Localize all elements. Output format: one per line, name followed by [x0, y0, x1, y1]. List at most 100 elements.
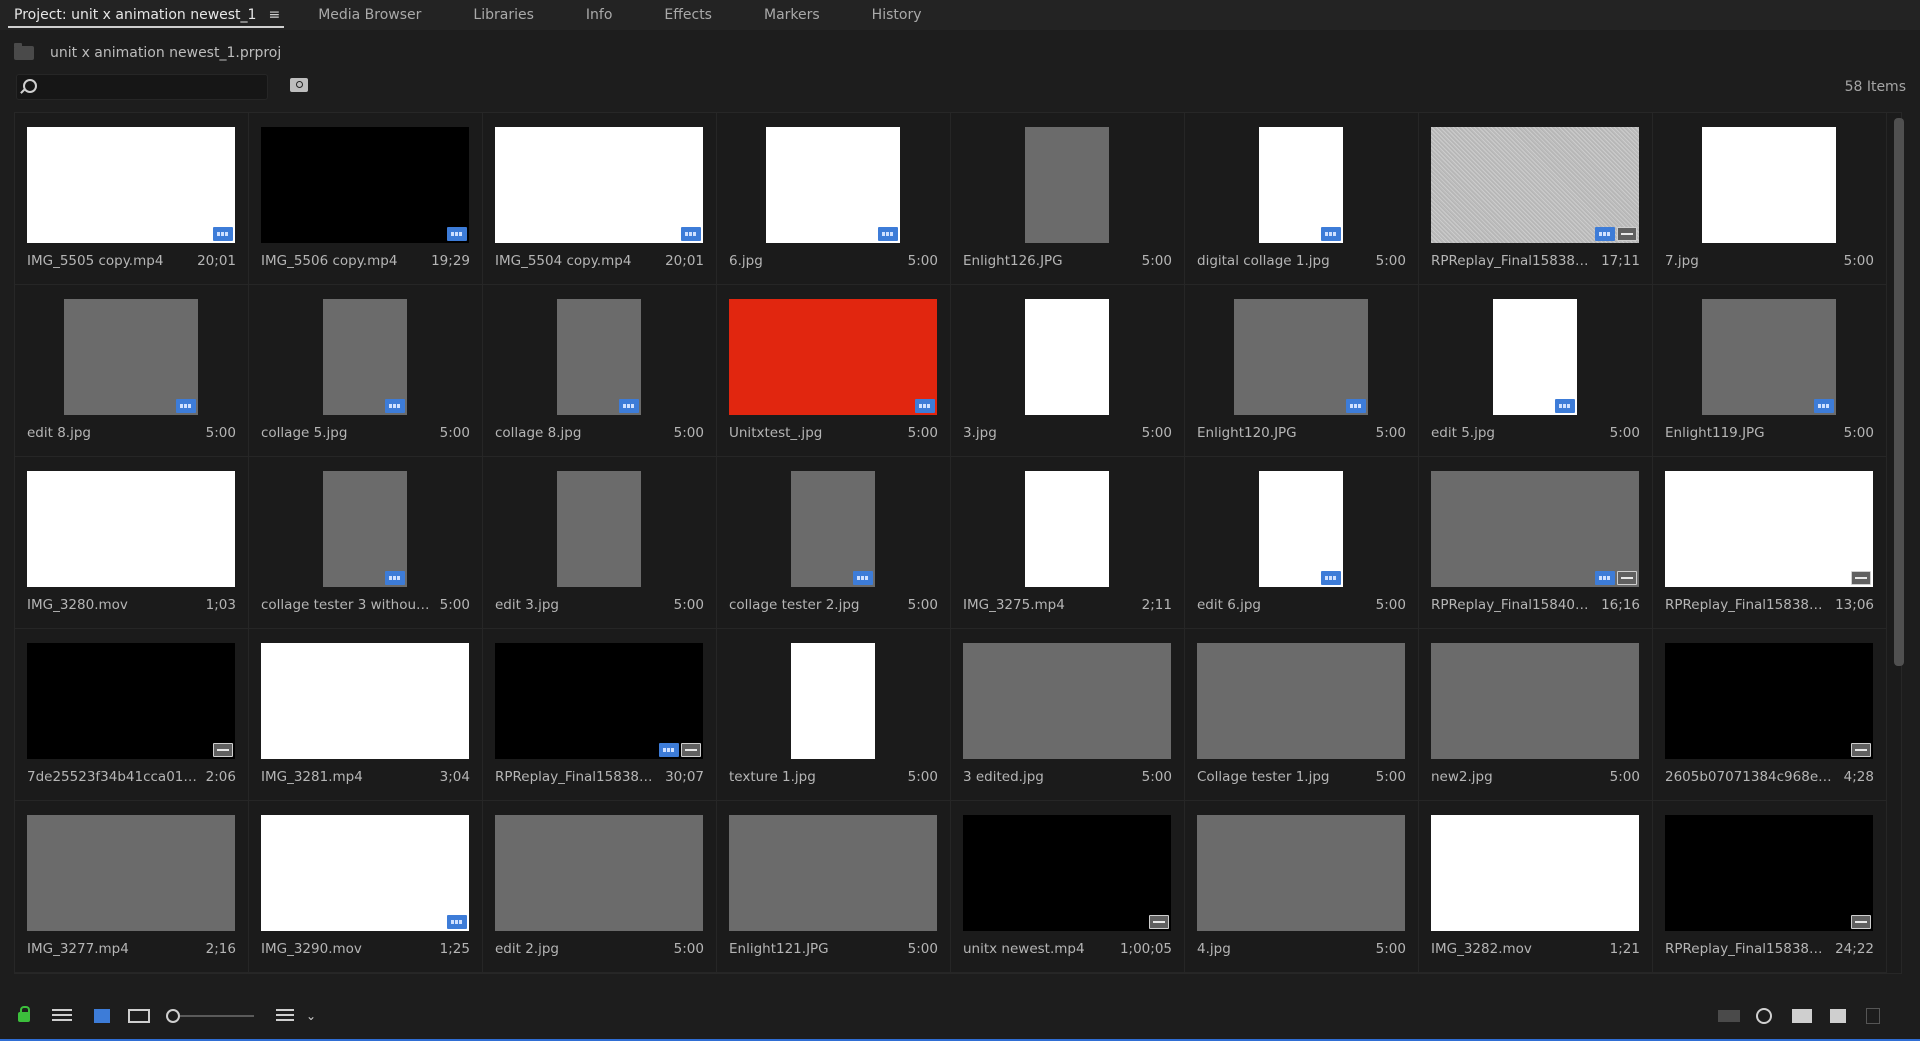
video-track-icon: [385, 571, 405, 585]
item-caption: IMG_3290.mov 1;25: [261, 941, 470, 957]
thumbnail-frame: [1431, 815, 1639, 931]
media-item[interactable]: IMG_3281.mp4 3;04: [249, 629, 483, 801]
tab-3[interactable]: Info: [560, 0, 639, 30]
new-search-bin-icon[interactable]: [290, 78, 308, 92]
new-bin-icon[interactable]: [1792, 1009, 1812, 1023]
media-item[interactable]: Enlight126.JPG 5:00: [951, 113, 1185, 285]
media-item[interactable]: 4.jpg 5:00: [1185, 801, 1419, 973]
track-badges: [681, 227, 701, 241]
video-track-icon: [1321, 571, 1341, 585]
item-duration: 5:00: [907, 425, 938, 441]
media-item[interactable]: Enlight121.JPG 5:00: [717, 801, 951, 973]
item-caption: collage 5.jpg 5:00: [261, 425, 470, 441]
thumbnail-image: [1431, 471, 1639, 587]
item-name: new2.jpg: [1431, 769, 1493, 785]
media-item[interactable]: edit 6.jpg 5:00: [1185, 457, 1419, 629]
media-item[interactable]: unitx newest.mp4 1;00;05: [951, 801, 1185, 973]
search-box[interactable]: [16, 74, 268, 101]
sort-icon[interactable]: [276, 1009, 294, 1023]
media-item[interactable]: collage tester 2.jpg 5:00: [717, 457, 951, 629]
thumbnail-frame: [495, 471, 703, 587]
media-item[interactable]: RPReplay_Final1583801… 13;06: [1653, 457, 1887, 629]
media-item[interactable]: Collage tester 1.jpg 5:00: [1185, 629, 1419, 801]
thumbnail-frame: [495, 127, 703, 243]
media-item[interactable]: 7de25523f34b41cca011d… 2:06: [15, 629, 249, 801]
item-name: RPReplay_Final1583801…: [495, 769, 660, 785]
media-item[interactable]: 2605b07071384c968ee0b… 4;28: [1653, 629, 1887, 801]
media-item[interactable]: IMG_3275.mp4 2;11: [951, 457, 1185, 629]
media-item[interactable]: collage tester 3 without m… 5:00: [249, 457, 483, 629]
icon-view-icon[interactable]: [94, 1009, 110, 1023]
media-item[interactable]: texture 1.jpg 5:00: [717, 629, 951, 801]
media-item[interactable]: collage 5.jpg 5:00: [249, 285, 483, 457]
media-item[interactable]: Unitxtest_.jpg 5:00: [717, 285, 951, 457]
trash-icon[interactable]: [1866, 1008, 1880, 1024]
thumbnail-image: [1431, 815, 1639, 931]
item-name: collage 5.jpg: [261, 425, 348, 441]
panel-tabs: Project: unit x animation newest_1 ≡ Media…: [0, 0, 1920, 30]
thumbnail-image: [729, 299, 937, 415]
thumbnail-frame: [261, 127, 469, 243]
tab-5[interactable]: Markers: [738, 0, 846, 30]
media-item[interactable]: IMG_3277.mp4 2;16: [15, 801, 249, 973]
item-caption: edit 5.jpg 5:00: [1431, 425, 1640, 441]
media-item[interactable]: IMG_5504 copy.mp4 20;01: [483, 113, 717, 285]
new-item-icon[interactable]: [1830, 1009, 1846, 1023]
media-item[interactable]: collage 8.jpg 5:00: [483, 285, 717, 457]
item-duration: 30;07: [665, 769, 704, 785]
media-item[interactable]: IMG_5505 copy.mp4 20;01: [15, 113, 249, 285]
media-item[interactable]: digital collage 1.jpg 5:00: [1185, 113, 1419, 285]
media-item[interactable]: Enlight120.JPG 5:00: [1185, 285, 1419, 457]
media-item[interactable]: IMG_5506 copy.mp4 19;29: [249, 113, 483, 285]
media-item[interactable]: 7.jpg 5:00: [1653, 113, 1887, 285]
media-item[interactable]: RPReplay_Final1583801… 17;11: [1419, 113, 1653, 285]
track-badges: [853, 571, 873, 585]
item-caption: 7de25523f34b41cca011d… 2:06: [27, 769, 236, 785]
item-duration: 5:00: [439, 597, 470, 613]
media-item[interactable]: edit 3.jpg 5:00: [483, 457, 717, 629]
search-input[interactable]: [43, 75, 265, 101]
item-duration: 5:00: [1609, 769, 1640, 785]
tab-4[interactable]: Effects: [638, 0, 738, 30]
media-item[interactable]: edit 8.jpg 5:00: [15, 285, 249, 457]
media-item[interactable]: edit 2.jpg 5:00: [483, 801, 717, 973]
media-item[interactable]: RPReplay_Final1583800… 24;22: [1653, 801, 1887, 973]
audio-track-icon: [1851, 743, 1871, 757]
tab-6[interactable]: History: [846, 0, 948, 30]
media-item[interactable]: RPReplay_Final1584020… 16;16: [1419, 457, 1653, 629]
item-duration: 5:00: [907, 769, 938, 785]
item-duration: 2:06: [205, 769, 236, 785]
video-track-icon: [853, 571, 873, 585]
find-icon[interactable]: [1756, 1008, 1772, 1024]
thumbnail-frame: [495, 643, 703, 759]
media-item[interactable]: IMG_3280.mov 1;03: [15, 457, 249, 629]
tab-1[interactable]: Media Browser: [292, 0, 447, 30]
chevron-down-icon[interactable]: ⌄: [306, 1009, 316, 1023]
item-caption: edit 8.jpg 5:00: [27, 425, 236, 441]
media-item[interactable]: edit 5.jpg 5:00: [1419, 285, 1653, 457]
lock-icon[interactable]: [18, 1006, 30, 1022]
media-item[interactable]: IMG_3282.mov 1;21: [1419, 801, 1653, 973]
freeform-view-icon[interactable]: [128, 1009, 150, 1023]
scrollbar[interactable]: [1894, 118, 1904, 666]
tab-2[interactable]: Libraries: [447, 0, 559, 30]
media-item[interactable]: 3 edited.jpg 5:00: [951, 629, 1185, 801]
thumbnail-frame: [1431, 643, 1639, 759]
thumbnail-frame: [1665, 299, 1873, 415]
item-caption: digital collage 1.jpg 5:00: [1197, 253, 1406, 269]
media-item[interactable]: 3.jpg 5:00: [951, 285, 1185, 457]
item-name: IMG_5504 copy.mp4: [495, 253, 632, 269]
media-item[interactable]: RPReplay_Final1583801… 30;07: [483, 629, 717, 801]
media-item[interactable]: IMG_3290.mov 1;25: [249, 801, 483, 973]
panel-menu-icon[interactable]: ≡: [268, 7, 280, 23]
automate-sequence-icon[interactable]: [1718, 1010, 1740, 1022]
tab-0[interactable]: Project: unit x animation newest_1 ≡: [0, 0, 292, 30]
thumbnail-frame: [27, 471, 235, 587]
list-view-icon[interactable]: [52, 1009, 72, 1023]
media-item[interactable]: new2.jpg 5:00: [1419, 629, 1653, 801]
media-item[interactable]: 6.jpg 5:00: [717, 113, 951, 285]
zoom-slider-track[interactable]: [180, 1015, 254, 1017]
media-item[interactable]: Enlight119.JPG 5:00: [1653, 285, 1887, 457]
video-track-icon: [385, 399, 405, 413]
zoom-slider-handle[interactable]: [166, 1009, 180, 1023]
